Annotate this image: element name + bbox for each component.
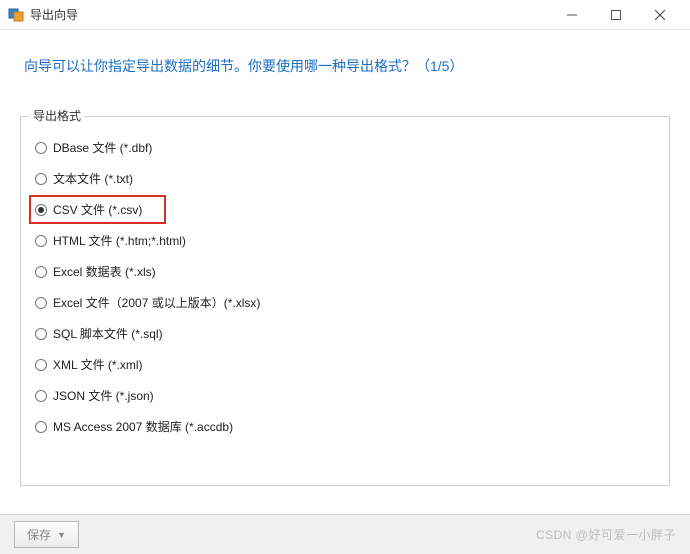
save-button-label: 保存 <box>27 526 51 543</box>
close-button[interactable] <box>638 1 682 29</box>
group-label: 导出格式 <box>29 107 85 124</box>
save-button[interactable]: 保存 ▼ <box>14 521 79 548</box>
radio-label: 文本文件 (*.txt) <box>53 170 133 187</box>
radio-label: Excel 数据表 (*.xls) <box>53 263 156 280</box>
maximize-button[interactable] <box>594 1 638 29</box>
radio-option-sql[interactable]: SQL 脚本文件 (*.sql) <box>29 319 169 348</box>
app-icon <box>8 7 24 23</box>
radio-icon <box>35 297 47 309</box>
radio-icon <box>35 266 47 278</box>
radio-icon <box>35 235 47 247</box>
radio-option-dbf[interactable]: DBase 文件 (*.dbf) <box>29 133 158 162</box>
radio-icon <box>35 204 47 216</box>
radio-option-xls[interactable]: Excel 数据表 (*.xls) <box>29 257 162 286</box>
window-controls <box>550 1 682 29</box>
export-format-group: 导出格式 DBase 文件 (*.dbf) 文本文件 (*.txt) CSV 文… <box>20 116 670 486</box>
radio-option-xlsx[interactable]: Excel 文件（2007 或以上版本）(*.xlsx) <box>29 288 266 317</box>
radio-option-txt[interactable]: 文本文件 (*.txt) <box>29 164 139 193</box>
wizard-prompt: 向导可以让你指定导出数据的细节。你要使用哪一种导出格式？（1/5） <box>0 30 690 86</box>
radio-label: XML 文件 (*.xml) <box>53 356 143 373</box>
radio-option-accdb[interactable]: MS Access 2007 数据库 (*.accdb) <box>29 412 239 441</box>
radio-icon <box>35 142 47 154</box>
chevron-down-icon: ▼ <box>57 530 66 540</box>
radio-label: HTML 文件 (*.htm;*.html) <box>53 232 186 249</box>
radio-label: DBase 文件 (*.dbf) <box>53 139 152 156</box>
radio-option-json[interactable]: JSON 文件 (*.json) <box>29 381 160 410</box>
radio-label: SQL 脚本文件 (*.sql) <box>53 325 163 342</box>
radio-label: CSV 文件 (*.csv) <box>53 201 142 218</box>
radio-icon <box>35 390 47 402</box>
radio-label: JSON 文件 (*.json) <box>53 387 154 404</box>
footer-left: 保存 ▼ <box>14 521 79 548</box>
radio-option-csv[interactable]: CSV 文件 (*.csv) <box>29 195 166 224</box>
radio-icon <box>35 359 47 371</box>
minimize-button[interactable] <box>550 1 594 29</box>
radio-label: Excel 文件（2007 或以上版本）(*.xlsx) <box>53 294 260 311</box>
radio-icon <box>35 421 47 433</box>
radio-label: MS Access 2007 数据库 (*.accdb) <box>53 418 233 435</box>
radio-option-xml[interactable]: XML 文件 (*.xml) <box>29 350 149 379</box>
radio-option-html[interactable]: HTML 文件 (*.htm;*.html) <box>29 226 192 255</box>
window-title: 导出向导 <box>30 6 550 23</box>
titlebar: 导出向导 <box>0 0 690 30</box>
footer: 保存 ▼ CSDN @好可爱一小胖子 <box>0 514 690 554</box>
radio-icon <box>35 173 47 185</box>
watermark: CSDN @好可爱一小胖子 <box>536 526 676 543</box>
radio-icon <box>35 328 47 340</box>
